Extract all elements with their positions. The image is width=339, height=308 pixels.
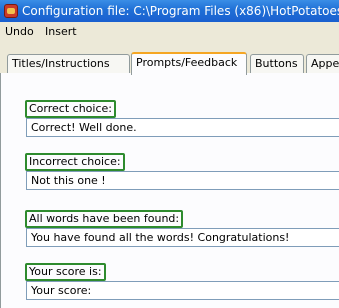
all-words-found-input[interactable]: You have found all the words! Congratula… bbox=[26, 228, 339, 247]
your-score-input[interactable]: Your score: bbox=[26, 281, 339, 300]
tab-titles-instructions[interactable]: Titles/Instructions bbox=[7, 54, 130, 74]
your-score-label: Your score is: bbox=[25, 263, 106, 281]
menu-bar: Undo Insert bbox=[0, 22, 339, 40]
incorrect-choice-input[interactable]: Not this one ! bbox=[26, 171, 339, 190]
all-words-found-label: All words have been found: bbox=[25, 210, 184, 228]
tab-appearance[interactable]: Appe bbox=[306, 54, 339, 74]
tab-buttons[interactable]: Buttons bbox=[250, 54, 304, 74]
tab-prompts-feedback[interactable]: Prompts/Feedback bbox=[131, 52, 247, 75]
title-bar: Configuration file: C:\Program Files (x8… bbox=[0, 0, 339, 22]
menu-undo[interactable]: Undo bbox=[5, 25, 34, 38]
correct-choice-label: Correct choice: bbox=[25, 100, 116, 118]
correct-choice-input[interactable]: Correct! Well done. bbox=[26, 118, 339, 137]
incorrect-choice-label: Incorrect choice: bbox=[25, 153, 125, 171]
menu-insert[interactable]: Insert bbox=[45, 25, 77, 38]
tab-strip: Titles/Instructions Prompts/Feedback But… bbox=[0, 52, 339, 75]
window-title: Configuration file: C:\Program Files (x8… bbox=[22, 4, 339, 18]
hotpotatoes-app-icon[interactable] bbox=[4, 4, 18, 18]
